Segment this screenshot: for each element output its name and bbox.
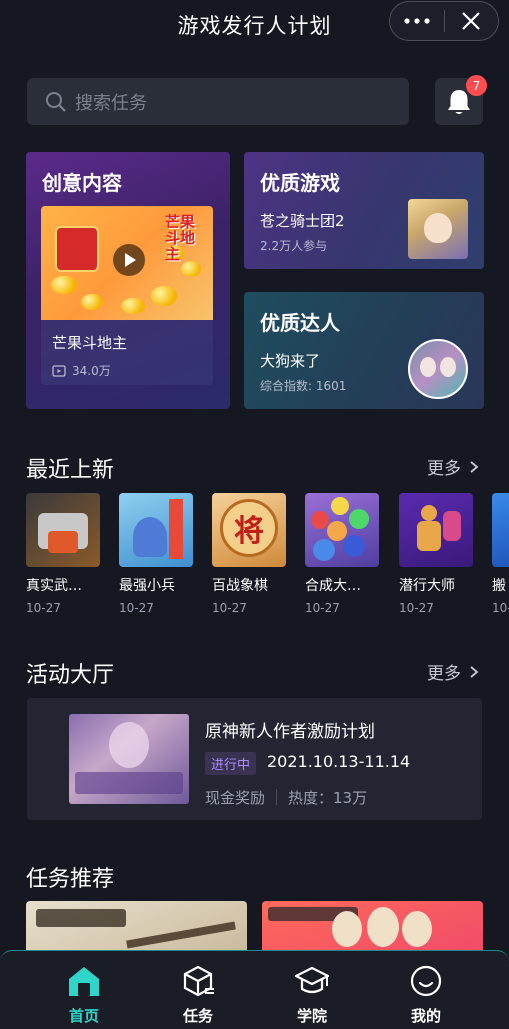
close-icon[interactable] (444, 2, 498, 40)
nav-item-mine[interactable]: 我的 (391, 963, 461, 1026)
top-bar: 游戏发行人计划 (0, 0, 509, 50)
recent-game-item[interactable]: 合成大… 10-27 (305, 493, 379, 615)
quality-game-card[interactable]: 优质游戏 苍之骑士团2 2.2万人参与 (244, 152, 484, 269)
game-icon-fortress (26, 493, 100, 567)
notification-badge: 7 (466, 75, 487, 96)
creative-plays: 34.0万 (52, 362, 111, 379)
creative-plays-count: 34.0万 (72, 364, 111, 378)
event-reward: 现金奖励 (205, 789, 266, 807)
event-status-badge: 进行中 (205, 752, 257, 775)
video-icon (52, 364, 66, 377)
nav-label-academy: 学院 (296, 1007, 327, 1025)
creative-thumbnail: 芒果斗地主 (41, 206, 213, 320)
game-logo-icon (55, 226, 99, 272)
nav-label-tasks: 任务 (182, 1007, 213, 1025)
nav-item-academy[interactable]: 学院 (277, 963, 347, 1026)
game-icon-soldier (119, 493, 193, 567)
event-title: 原神新人作者激励计划 (205, 722, 375, 742)
play-icon[interactable] (113, 244, 145, 276)
nav-item-home[interactable]: 首页 (49, 963, 119, 1026)
creative-item-name: 芒果斗地主 (52, 334, 128, 352)
game-date: 10-27 (399, 601, 434, 615)
game-date: 10-27 (26, 601, 61, 615)
nav-label-mine: 我的 (410, 1007, 441, 1025)
game-name: 最强小兵 (119, 578, 175, 594)
recent-game-item[interactable]: 最强小兵 10-27 (119, 493, 193, 615)
event-date-range: 2021.10.13-11.14 (267, 752, 411, 771)
event-heat: 热度：13万 (288, 789, 368, 807)
recent-game-item[interactable]: 潜行大师 10-27 (399, 493, 473, 615)
task-box-icon (180, 963, 216, 999)
chevron-right-icon (470, 665, 479, 678)
more-dots-icon[interactable] (390, 2, 444, 40)
events-more-link[interactable]: 更多 (427, 659, 481, 684)
creative-item[interactable]: 芒果斗地主 芒果斗地主 34.0万 (41, 206, 213, 385)
quality-game-title: 优质游戏 (260, 171, 340, 195)
quality-talent-title: 优质达人 (260, 311, 340, 335)
game-name: 搬 (492, 578, 506, 594)
game-name: 潜行大师 (399, 578, 455, 594)
recent-game-item[interactable]: 搬 10- (492, 493, 509, 615)
graduation-cap-icon (294, 963, 330, 999)
quality-talent-card[interactable]: 优质达人 大狗来了 综合指数: 1601 (244, 292, 484, 409)
game-cover-image (408, 199, 468, 259)
recent-game-item[interactable]: 将 百战象棋 10-27 (212, 493, 286, 615)
game-date: 10- (492, 601, 509, 615)
talent-name: 大狗来了 (260, 352, 321, 370)
event-card[interactable]: 原神新人作者激励计划 进行中 2021.10.13-11.14 现金奖励 热度：… (27, 698, 482, 820)
game-name: 合成大… (305, 578, 361, 594)
game-icon-stealth (399, 493, 473, 567)
game-icon-merge-balls (305, 493, 379, 567)
mini-program-capsule (389, 1, 499, 41)
game-date: 10-27 (305, 601, 340, 615)
talent-avatar (408, 339, 468, 399)
quality-game-participants: 2.2万人参与 (260, 239, 328, 253)
game-logo-text: 芒果斗地主 (165, 213, 196, 263)
chevron-right-icon (470, 460, 479, 473)
event-divider (276, 789, 277, 805)
game-name: 百战象棋 (212, 578, 268, 594)
events-more-label: 更多 (427, 664, 461, 684)
search-placeholder: 搜索任务 (75, 92, 147, 114)
creative-card-title: 创意内容 (42, 171, 122, 195)
recent-section-title: 最近上新 (26, 458, 115, 483)
home-icon (66, 963, 102, 999)
smile-face-icon (408, 963, 444, 999)
game-name: 真实武… (26, 578, 82, 594)
event-thumbnail (69, 714, 189, 804)
talent-score: 综合指数: 1601 (260, 379, 347, 393)
quality-game-name: 苍之骑士团2 (260, 212, 345, 230)
bottom-navigation: 首页 任务 学院 我的 (0, 950, 509, 1029)
game-date: 10-27 (119, 601, 154, 615)
search-input[interactable]: 搜索任务 (27, 78, 409, 125)
creative-content-card[interactable]: 创意内容 芒果斗地主 芒果斗地主 34.0万 (26, 152, 230, 409)
game-icon-move (492, 493, 509, 567)
game-icon-chess: 将 (212, 493, 286, 567)
game-date: 10-27 (212, 601, 247, 615)
nav-label-home: 首页 (68, 1007, 99, 1025)
events-section-title: 活动大厅 (26, 663, 115, 688)
recent-more-link[interactable]: 更多 (427, 454, 481, 479)
recent-game-item[interactable]: 真实武… 10-27 (26, 493, 100, 615)
search-icon (46, 91, 66, 112)
recent-more-label: 更多 (427, 459, 461, 479)
nav-item-tasks[interactable]: 任务 (163, 963, 233, 1026)
tasks-section-title: 任务推荐 (26, 867, 115, 892)
